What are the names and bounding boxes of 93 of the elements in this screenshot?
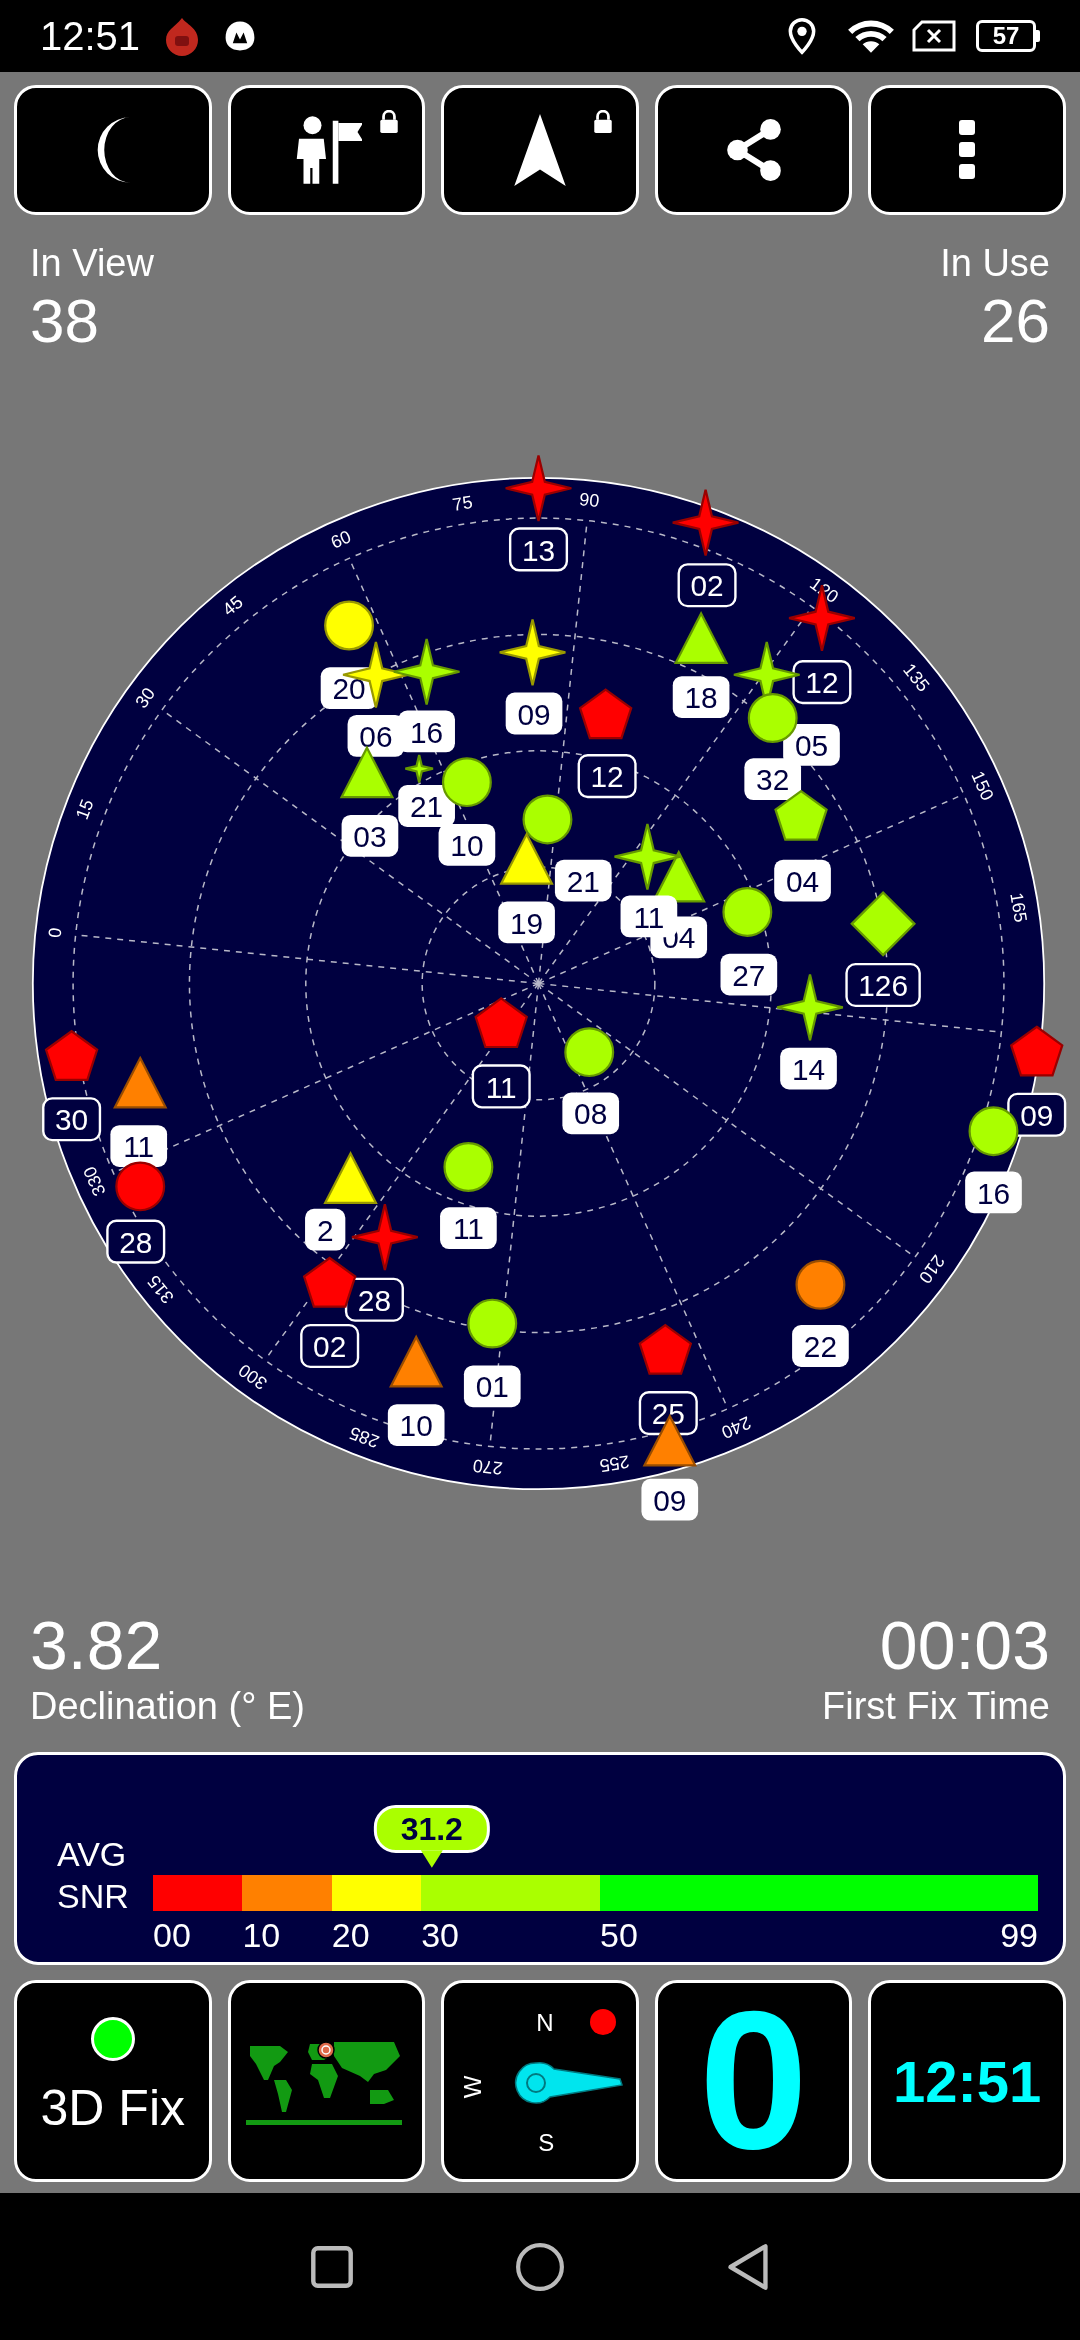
azimuth-label: 0: [44, 926, 66, 939]
snr-title: AVG: [57, 1834, 128, 1875]
first-fix-value: 00:03: [879, 1607, 1050, 1683]
satellite-label: 18: [672, 676, 730, 718]
compass-tile[interactable]: N S W: [441, 1980, 639, 2182]
compass-needle-icon: [514, 2061, 625, 2105]
satellite-label: 14: [780, 1047, 837, 1090]
in-use-count: 26: [981, 286, 1050, 356]
snr-average-bubble: 31.2: [373, 1805, 490, 1853]
toolbar-button[interactable]: [654, 85, 853, 215]
compass-south: S: [538, 2128, 555, 2158]
speed-value: 0: [699, 1983, 809, 2179]
satellite-label: 03: [341, 814, 399, 857]
azimuth-label: 315: [143, 1271, 178, 1308]
satellite-label: 02: [677, 563, 737, 608]
azimuth-label: 240: [718, 1412, 754, 1443]
snr-tick: 99: [1000, 1915, 1038, 1955]
satellite-label: 12: [792, 660, 852, 705]
declination-value: 3.82: [30, 1607, 164, 1683]
clock-time: 12:51: [893, 2047, 1042, 2116]
satellite-label: 09: [1007, 1092, 1067, 1137]
first-fix-label: First Fix Time: [822, 1684, 1050, 1729]
azimuth-label: 135: [899, 659, 934, 696]
satellite-label: 21: [554, 859, 612, 902]
snr-title: SNR: [57, 1876, 130, 1917]
satellite-label: 11: [440, 1207, 497, 1250]
satellite-label: 09: [641, 1478, 699, 1521]
satellite-label: 28: [106, 1219, 166, 1264]
bubble-pointer-icon: [420, 1850, 443, 1868]
world-map-tile[interactable]: [227, 1980, 426, 2182]
azimuth-label: 210: [914, 1251, 949, 1288]
satellite-label: 21: [398, 785, 455, 827]
azimuth-label: 15: [71, 796, 98, 823]
recents-button[interactable]: [310, 2244, 355, 2289]
sim-card-icon: [912, 20, 956, 52]
azimuth-label: 300: [234, 1359, 271, 1394]
lock-icon: [591, 110, 614, 134]
declination-label: Declination (° E): [30, 1684, 305, 1729]
more-icon: [959, 120, 976, 180]
snr-tick: 10: [242, 1915, 281, 1955]
satellite-label: 01: [463, 1365, 521, 1408]
azimuth-label: 45: [218, 591, 247, 620]
compass-north: N: [536, 2008, 554, 2038]
toolbar-button[interactable]: [868, 85, 1066, 215]
snr-tick: 00: [153, 1915, 191, 1955]
satellite-label: 02: [300, 1323, 360, 1369]
satellite-label: 32: [744, 758, 802, 801]
satellite-label: 2: [305, 1208, 346, 1251]
toolbar-button[interactable]: [227, 85, 426, 215]
satellite-label: 16: [398, 710, 455, 753]
satellite-label: 22: [792, 1325, 849, 1367]
in-view-count: 38: [30, 286, 100, 356]
satellite-label: 10: [438, 823, 496, 866]
satellite-label: 19: [498, 901, 555, 944]
satellite-label: 11: [110, 1125, 168, 1167]
location-icon: [788, 17, 816, 55]
snr-tick: 20: [331, 1915, 370, 1955]
toolbar-button[interactable]: [14, 85, 212, 215]
azimuth-label: 270: [471, 1455, 504, 1479]
satellite-label: 12: [577, 754, 637, 799]
satellite-label: 13: [508, 527, 569, 572]
satellite-label: 10: [387, 1404, 445, 1446]
satellite-label: 30: [42, 1097, 102, 1142]
snr-tick: 50: [599, 1915, 638, 1955]
navigation-arrow-icon: [514, 114, 566, 186]
toolbar-button[interactable]: [441, 85, 639, 215]
in-view-label: In View: [30, 241, 154, 286]
satellite-label: 08: [562, 1092, 620, 1135]
azimuth-label: 90: [578, 489, 601, 512]
home-button[interactable]: [515, 2241, 565, 2292]
snr-tick: 30: [421, 1915, 459, 1955]
azimuth-label: 255: [598, 1451, 631, 1476]
azimuth-label: 60: [327, 526, 354, 553]
azimuth-label: 75: [451, 492, 474, 515]
azimuth-label: 165: [1006, 891, 1031, 924]
satellite-label: 16: [965, 1171, 1022, 1214]
fix-label: 3D Fix: [40, 2078, 186, 2138]
in-use-label: In Use: [940, 241, 1050, 286]
satellite-label: 28: [344, 1277, 404, 1322]
back-button[interactable]: [725, 2242, 770, 2291]
satellite-label: 04: [774, 859, 831, 902]
satellite-label: 27: [720, 953, 778, 996]
satellite-label: 126: [845, 962, 921, 1008]
satellite-label: 09: [505, 692, 563, 735]
azimuth-label: 150: [967, 768, 998, 804]
satellite-label: 11: [471, 1064, 531, 1109]
lock-icon: [378, 110, 401, 134]
azimuth-label: 30: [131, 683, 160, 712]
azimuth-label: 285: [346, 1422, 382, 1452]
status-time: 12:51: [40, 13, 141, 60]
compass-west: W: [458, 2075, 488, 2099]
battery-indicator: 57: [976, 20, 1036, 52]
azimuth-label: 330: [79, 1163, 110, 1199]
